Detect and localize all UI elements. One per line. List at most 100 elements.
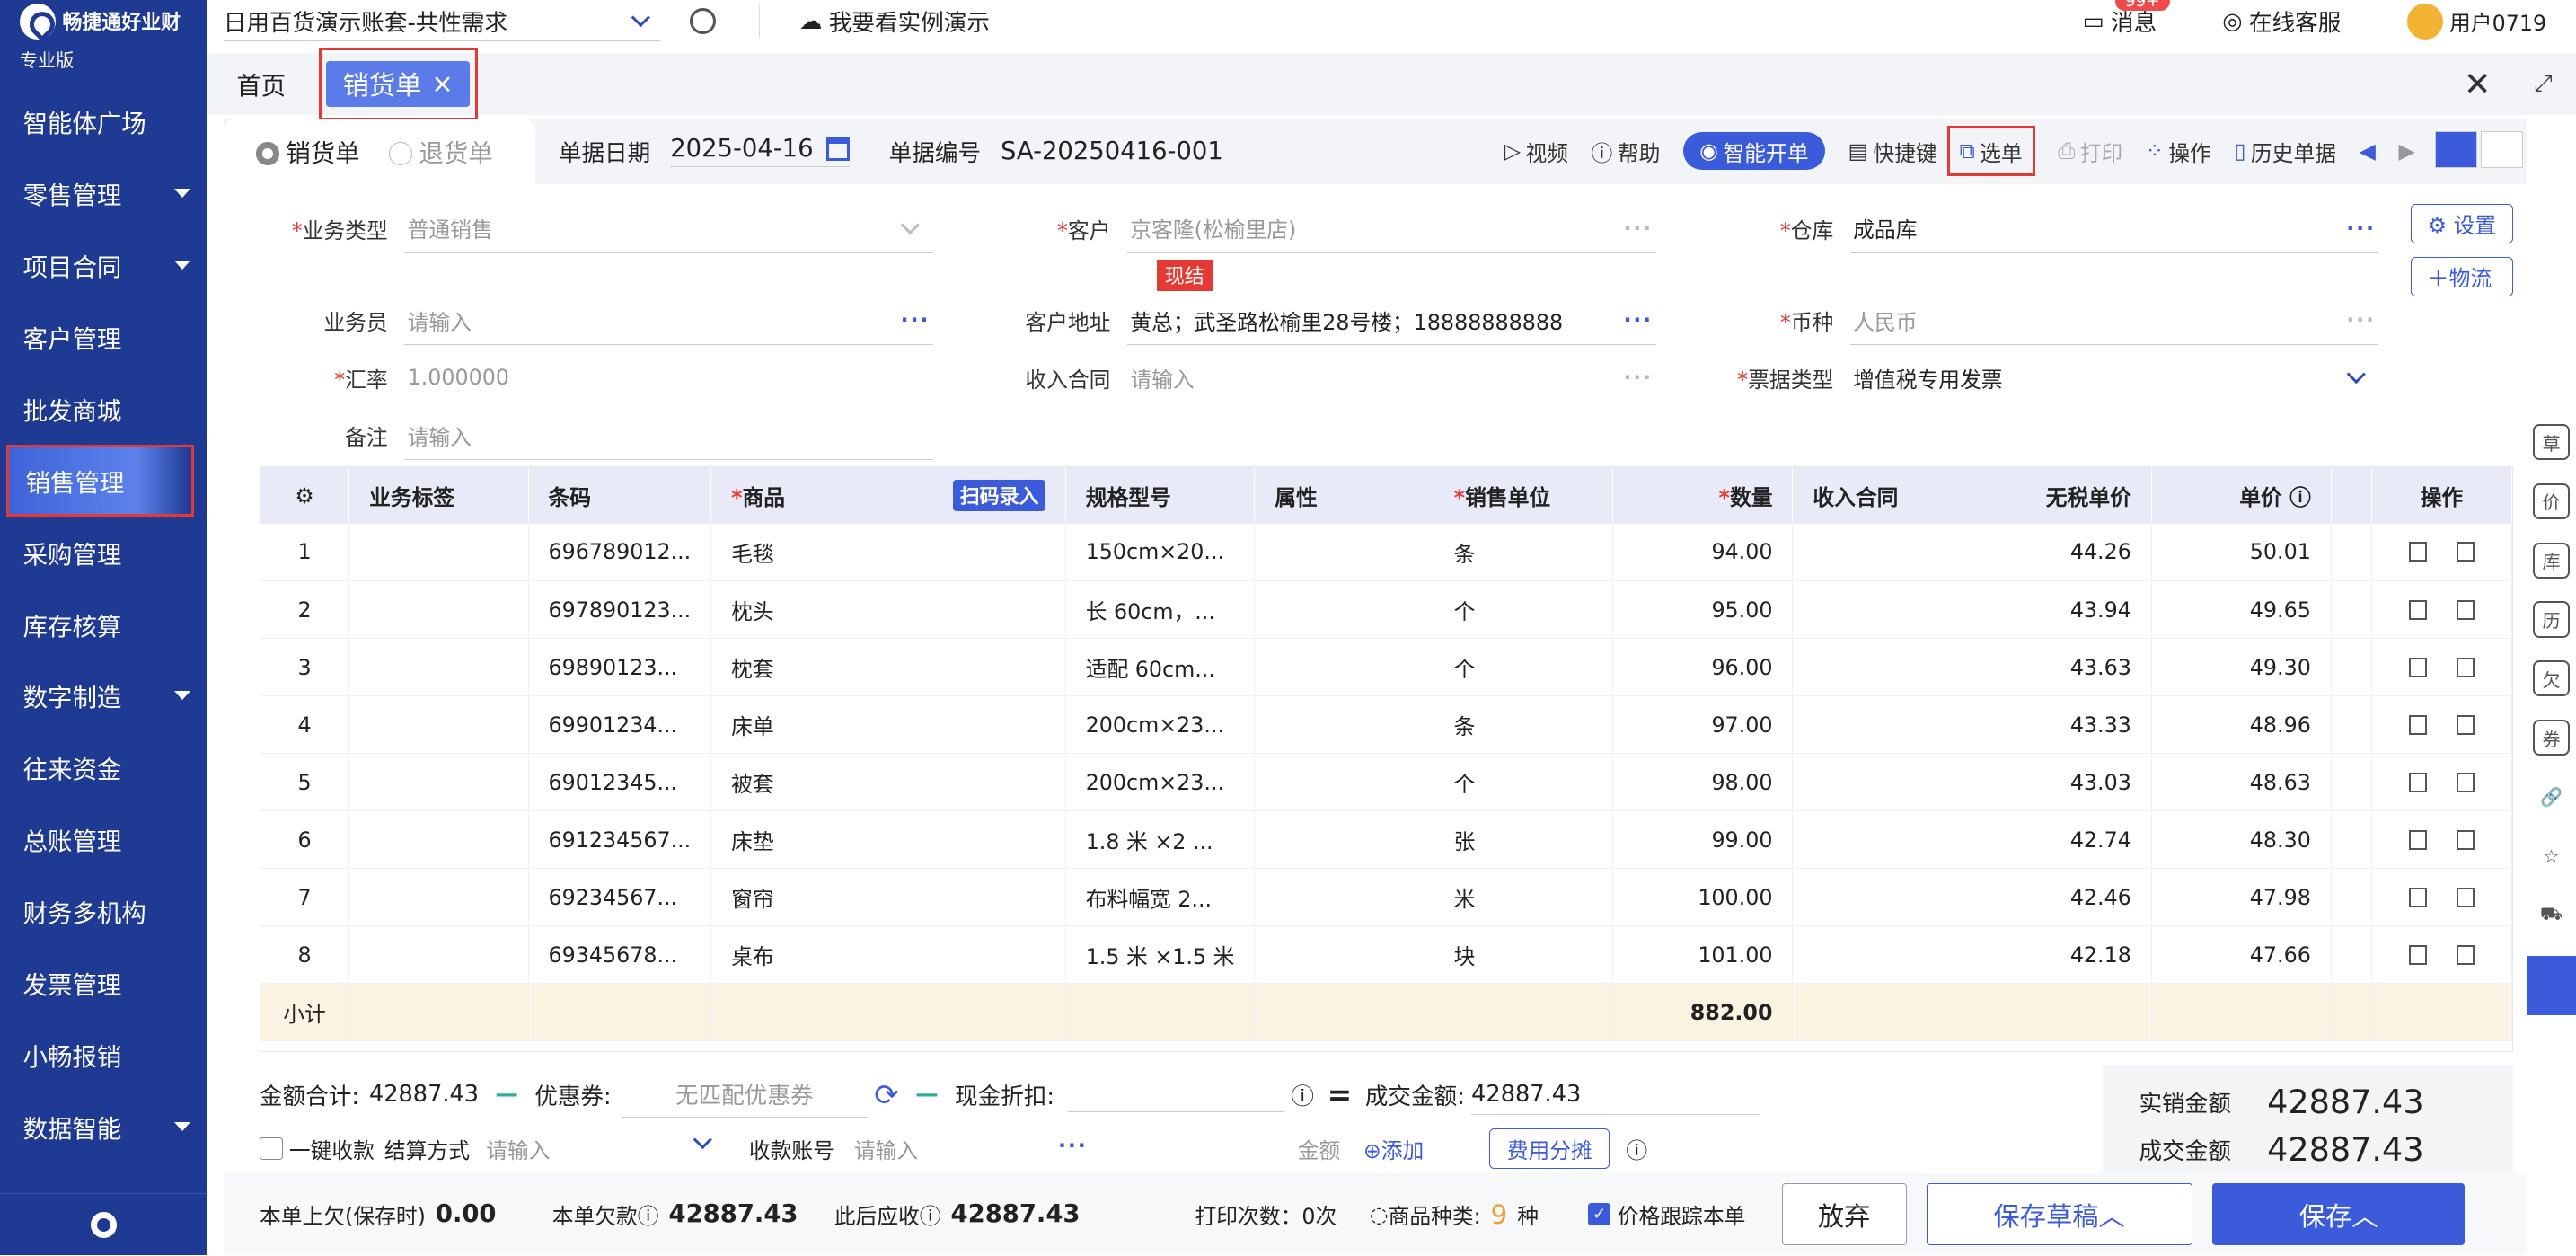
one-click-collect[interactable]: 一键收款: [259, 1133, 375, 1164]
table-cell[interactable]: [1792, 753, 1972, 812]
delete-icon[interactable]: [2408, 887, 2428, 907]
print-button[interactable]: ⎙ 打印: [2058, 136, 2122, 167]
table-cell[interactable]: 个: [1434, 638, 1614, 697]
table-cell[interactable]: [1254, 695, 1434, 755]
coupon-select[interactable]: 无匹配优惠券: [621, 1071, 868, 1119]
gear-icon[interactable]: ⚙: [295, 483, 313, 509]
table-cell[interactable]: [348, 523, 529, 582]
account-input[interactable]: 请输入 ···: [854, 1133, 1088, 1164]
table-cell[interactable]: 米: [1434, 868, 1614, 927]
sidebar-item-7[interactable]: 库存核算: [0, 588, 207, 660]
more-icon[interactable]: ···: [2346, 307, 2376, 332]
calendar-icon[interactable]: [826, 137, 850, 161]
gear-icon[interactable]: [690, 8, 717, 35]
help-icon[interactable]: ⓘ: [1291, 1078, 1314, 1111]
expand-icon[interactable]: ⤢: [2510, 70, 2576, 98]
biz-type-select[interactable]: 普通销售: [403, 204, 933, 253]
table-cell[interactable]: 691234567...: [528, 810, 712, 870]
table-cell[interactable]: [1792, 695, 1972, 755]
delete-icon[interactable]: [2408, 657, 2428, 677]
table-cell[interactable]: 条: [1434, 695, 1614, 755]
sidebar-item-1[interactable]: 零售管理: [0, 157, 207, 229]
pick-order-button[interactable]: ⧉ 选单: [1946, 126, 2035, 177]
table-cell[interactable]: [1792, 925, 1972, 985]
table-cell[interactable]: 枕头: [710, 580, 1066, 640]
previous-button[interactable]: ◀: [2360, 138, 2376, 164]
delete-icon[interactable]: [2408, 599, 2428, 620]
date-field[interactable]: 2025-04-16: [670, 135, 850, 168]
table-cell[interactable]: [348, 810, 529, 870]
remark-input[interactable]: 请输入: [403, 411, 933, 461]
table-cell[interactable]: 布料幅宽 2...: [1065, 868, 1256, 927]
smart-order-button[interactable]: ◉ 智能开单: [1683, 132, 1825, 171]
refresh-icon[interactable]: ⟳: [874, 1077, 899, 1112]
sidebar-item-0[interactable]: 智能体广场: [0, 85, 207, 157]
table-cell[interactable]: 48.30: [2151, 810, 2332, 870]
table-cell[interactable]: 桌布: [710, 925, 1066, 985]
table-row[interactable]: 4 69901234... 床单 200cm×23... 条 97.00 43.33 48.9…: [260, 695, 2513, 755]
more-icon[interactable]: ···: [2346, 216, 2376, 241]
sidebar-item-9[interactable]: 往来资金: [0, 731, 207, 803]
online-service-button[interactable]: ◎ 在线客服: [2222, 4, 2341, 38]
table-cell[interactable]: 1.5 米 ×1.5 米: [1065, 925, 1256, 985]
sidebar-item-8[interactable]: 数字制造: [0, 659, 207, 731]
price-track-checkbox[interactable]: ✓ 价格跟踪本单: [1587, 1199, 1745, 1230]
table-cell[interactable]: 69234567...: [528, 868, 712, 927]
table-cell[interactable]: 48.63: [2151, 753, 2332, 812]
table-cell[interactable]: [1254, 580, 1434, 640]
table-row[interactable]: 8 69345678... 桌布 1.5 米 ×1.5 米 块 101.00 42.18 47…: [260, 925, 2513, 985]
sidebar-item-6[interactable]: 采购管理: [0, 517, 207, 588]
rail-button[interactable]: 价: [2533, 482, 2570, 519]
rail-button[interactable]: 草: [2533, 423, 2570, 461]
settings-button[interactable]: ⚙ 设置: [2410, 203, 2514, 244]
shortcut-button[interactable]: ▤ 快捷键: [1848, 136, 1936, 167]
table-cell[interactable]: 697890123...: [528, 580, 712, 640]
sidebar-item-14[interactable]: 数据智能: [0, 1091, 207, 1163]
contract-input[interactable]: 请输入 ···: [1126, 353, 1656, 403]
next-button[interactable]: ▶: [2398, 138, 2414, 164]
table-cell[interactable]: 69901234...: [528, 695, 712, 755]
table-cell[interactable]: 99.00: [1612, 810, 1794, 870]
sidebar-item-13[interactable]: 小畅报销: [0, 1019, 207, 1091]
copy-icon[interactable]: [2457, 944, 2475, 965]
table-cell[interactable]: 个: [1434, 753, 1614, 812]
cash-discount-input[interactable]: [1067, 1076, 1285, 1113]
more-icon[interactable]: ···: [1623, 307, 1653, 332]
table-cell[interactable]: 98.00: [1612, 753, 1794, 812]
table-cell[interactable]: 200cm×23...: [1065, 753, 1256, 812]
tab-sales-order[interactable]: 销货单 ×: [326, 60, 471, 107]
demo-link[interactable]: ☁ 我要看实例演示: [758, 4, 990, 39]
table-cell[interactable]: 47.98: [2151, 868, 2332, 927]
table-cell[interactable]: 块: [1434, 925, 1614, 985]
table-row[interactable]: 7 69234567... 窗帘 布料幅宽 2... 米 100.00 42.46 47.98: [260, 868, 2513, 927]
rail-button[interactable]: 欠: [2533, 660, 2570, 697]
table-cell[interactable]: 49.65: [2151, 580, 2332, 640]
table-row[interactable]: 3 69890123... 枕套 适配 60cm... 个 96.00 43.63 49.30: [260, 638, 2513, 697]
add-payment-button[interactable]: ⊕添加: [1363, 1133, 1424, 1164]
table-cell[interactable]: 毛毯: [710, 523, 1066, 582]
table-cell[interactable]: 47.66: [2151, 925, 2332, 985]
rail-button[interactable]: 券: [2533, 720, 2570, 756]
save-draft-button[interactable]: 保存草稿 ︿: [1926, 1182, 2192, 1246]
table-cell[interactable]: [348, 638, 529, 697]
table-cell[interactable]: 适配 60cm...: [1065, 638, 1256, 697]
table-cell[interactable]: 个: [1434, 580, 1614, 640]
copy-icon[interactable]: [2457, 772, 2475, 792]
table-cell[interactable]: 100.00: [1612, 868, 1794, 927]
table-cell[interactable]: 96.00: [1612, 638, 1794, 697]
copy-icon[interactable]: [2457, 829, 2475, 850]
radio-sale[interactable]: 销货单: [256, 133, 360, 169]
fee-split-button[interactable]: 费用分摊: [1489, 1128, 1610, 1169]
table-row[interactable]: 6 691234567... 床垫 1.8 米 ×2 ... 张 99.00 42.74 48…: [260, 810, 2513, 870]
sidebar-item-11[interactable]: 财务多机构: [0, 875, 207, 947]
close-icon[interactable]: ×: [431, 68, 454, 99]
messages-button[interactable]: ▭ 消息 99+: [2082, 0, 2170, 38]
help-icon[interactable]: ⓘ: [2282, 485, 2311, 510]
table-cell[interactable]: 张: [1434, 810, 1614, 870]
table-cell[interactable]: 42.18: [1972, 925, 2152, 985]
table-cell[interactable]: 44.26: [1972, 523, 2152, 582]
table-cell[interactable]: [348, 868, 529, 927]
table-cell[interactable]: 97.00: [1612, 695, 1794, 755]
table-cell[interactable]: 窗帘: [710, 868, 1066, 927]
table-cell[interactable]: 被套: [710, 753, 1066, 812]
